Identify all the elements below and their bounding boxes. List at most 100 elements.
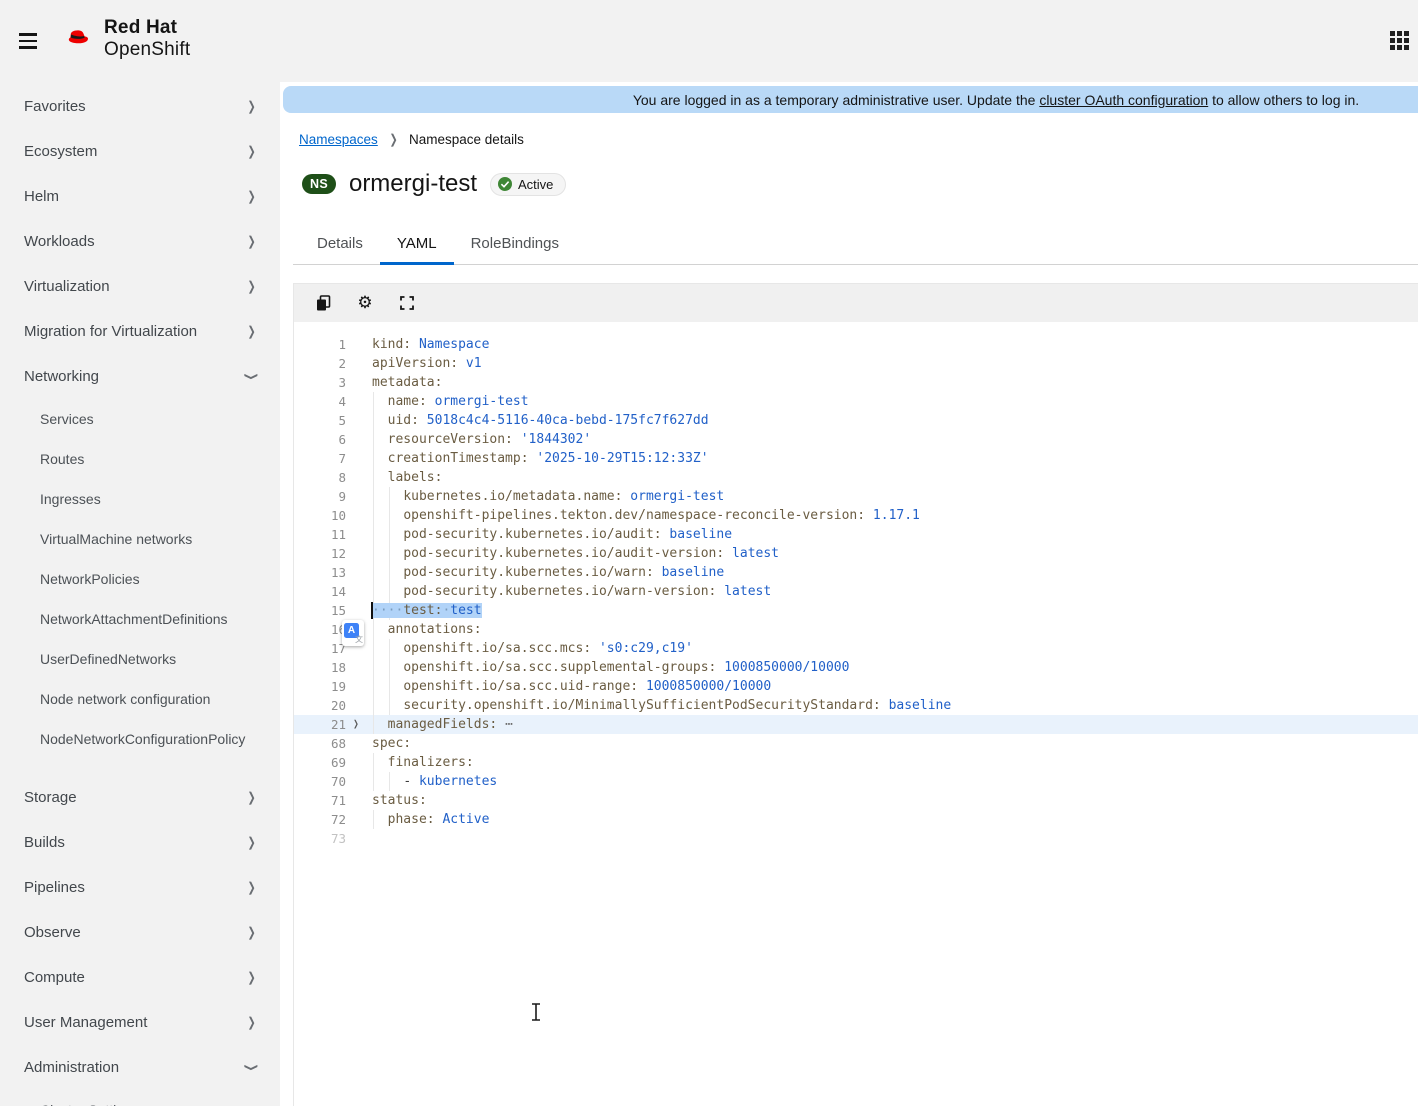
editor-line[interactable]: 17 openshift.io/sa.scc.mcs: 's0:c29,c19' xyxy=(294,639,1418,658)
editor-line[interactable]: 14 pod-security.kubernetes.io/warn-versi… xyxy=(294,582,1418,601)
sidebar-item-virtualization[interactable]: Virtualization ❯ xyxy=(0,264,280,309)
editor-line[interactable]: 70 - kubernetes xyxy=(294,772,1418,791)
editor-line[interactable]: 11 pod-security.kubernetes.io/audit: bas… xyxy=(294,525,1418,544)
chevron-right-icon: ❯ xyxy=(247,144,256,160)
editor-line[interactable]: 73 xyxy=(294,829,1418,848)
editor-line[interactable]: 1 kind: Namespace xyxy=(294,335,1418,354)
sidebar-item-nodenetworkconfigurationpolicy[interactable]: NodeNetworkConfigurationPolicy xyxy=(0,719,280,759)
editor-line[interactable]: 72 phase: Active xyxy=(294,810,1418,829)
translate-extension-icon[interactable]: A 文 xyxy=(342,620,364,646)
line-content: labels: xyxy=(372,468,443,487)
editor-line[interactable]: 2 apiVersion: v1 xyxy=(294,354,1418,373)
sidebar-item-node-network-configuration[interactable]: Node network configuration xyxy=(0,679,280,719)
editor-line[interactable]: 71 status: xyxy=(294,791,1418,810)
banner-text-after: to allow others to log in. xyxy=(1208,91,1360,108)
editor-line[interactable]: 4 name: ormergi-test xyxy=(294,392,1418,411)
editor-line[interactable]: 6 resourceVersion: '1844302' xyxy=(294,430,1418,449)
sidebar-item-virtualmachine-networks[interactable]: VirtualMachine networks xyxy=(0,519,280,559)
copy-icon[interactable] xyxy=(314,294,332,312)
sidebar-item-label: Migration for Virtualization xyxy=(24,323,198,340)
editor-line[interactable]: 9 kubernetes.io/metadata.name: ormergi-t… xyxy=(294,487,1418,506)
yaml-editor[interactable]: 1 kind: Namespace 2 apiVersion: v1 3 metadata… xyxy=(294,322,1418,848)
openshift-console: Red Hat OpenShift Favorites ❯ Ecosystem ❯ He… xyxy=(0,0,1418,1106)
fullscreen-icon[interactable] xyxy=(398,294,416,312)
folded-content-marker[interactable]: ⋯ xyxy=(505,717,513,732)
settings-gear-icon[interactable]: ⚙ xyxy=(356,294,374,312)
line-number: 2 xyxy=(338,356,346,371)
sidebar-subitem-label: VirtualMachine networks xyxy=(40,531,193,547)
main-content: You are logged in as a temporary adminis… xyxy=(280,82,1418,1106)
sidebar-item-storage[interactable]: Storage ❯ xyxy=(0,775,280,820)
editor-line[interactable]: 21 ❯ managedFields: ⋯ xyxy=(294,715,1418,734)
line-number: 1 xyxy=(338,337,346,352)
editor-line[interactable]: 20 security.openshift.io/MinimallySuffic… xyxy=(294,696,1418,715)
tab-bar: Details YAML RoleBindings xyxy=(293,225,1418,265)
sidebar-item-services[interactable]: Services xyxy=(0,399,280,439)
editor-line[interactable]: 15 ····test:·test xyxy=(294,601,1418,620)
sidebar-item-networking[interactable]: Networking ❯ xyxy=(0,354,280,399)
editor-line[interactable]: 8 labels: xyxy=(294,468,1418,487)
tab-rolebindings[interactable]: RoleBindings xyxy=(454,225,576,265)
yaml-value: ormergi-test xyxy=(630,489,725,504)
line-number: 10 xyxy=(330,508,346,523)
sidebar-item-label: Observe xyxy=(24,924,81,941)
app-launcher-icon[interactable] xyxy=(1390,31,1410,51)
sidebar-item-label: Pipelines xyxy=(24,879,85,896)
editor-line[interactable]: 16 annotations: xyxy=(294,620,1418,639)
sidebar-item-compute[interactable]: Compute ❯ xyxy=(0,955,280,1000)
line-content: openshift-pipelines.tekton.dev/namespace… xyxy=(372,506,920,525)
sidebar-item-user-management[interactable]: User Management ❯ xyxy=(0,1000,280,1045)
line-number: 19 xyxy=(330,679,346,694)
sidebar-item-networkpolicies[interactable]: NetworkPolicies xyxy=(0,559,280,599)
editor-line[interactable]: 68 spec: xyxy=(294,734,1418,753)
brand-name: Red Hat OpenShift xyxy=(104,17,190,61)
yaml-value: Active xyxy=(442,812,490,827)
line-content: managedFields: ⋯ xyxy=(372,715,513,734)
chevron-right-icon: ❯ xyxy=(247,970,256,986)
tab-yaml[interactable]: YAML xyxy=(379,225,454,265)
sidebar-item-routes[interactable]: Routes xyxy=(0,439,280,479)
sidebar-item-helm[interactable]: Helm ❯ xyxy=(0,174,280,219)
editor-line[interactable]: 13 pod-security.kubernetes.io/warn: base… xyxy=(294,563,1418,582)
line-number: 16 xyxy=(330,622,346,637)
sidebar-item-favorites[interactable]: Favorites ❯ xyxy=(0,84,280,129)
sidebar-item-networkattachmentdefinitions[interactable]: NetworkAttachmentDefinitions xyxy=(0,599,280,639)
sidebar-item-ingresses[interactable]: Ingresses xyxy=(0,479,280,519)
sidebar-subitem-label: NodeNetworkConfigurationPolicy xyxy=(40,731,246,747)
sidebar-item-pipelines[interactable]: Pipelines ❯ xyxy=(0,865,280,910)
line-content: pod-security.kubernetes.io/warn-version:… xyxy=(372,582,771,601)
yaml-key: test: xyxy=(403,603,443,618)
editor-line[interactable]: 10 openshift-pipelines.tekton.dev/namesp… xyxy=(294,506,1418,525)
sidebar-item-userdefinednetworks[interactable]: UserDefinedNetworks xyxy=(0,639,280,679)
sidebar-subitem-label: Routes xyxy=(40,451,85,467)
sidebar-item-cluster-settings[interactable]: Cluster Settings xyxy=(0,1090,280,1106)
editor-line[interactable]: 12 pod-security.kubernetes.io/audit-vers… xyxy=(294,544,1418,563)
sidebar-item-workloads[interactable]: Workloads ❯ xyxy=(0,219,280,264)
line-number: 71 xyxy=(330,793,346,808)
editor-line[interactable]: 69 finalizers: xyxy=(294,753,1418,772)
editor-lines: 1 kind: Namespace 2 apiVersion: v1 3 metadata… xyxy=(294,335,1418,848)
sidebar-item-administration[interactable]: Administration ❯ xyxy=(0,1045,280,1090)
yaml-value: kubernetes xyxy=(418,774,498,789)
nav-toggle-button[interactable] xyxy=(15,29,41,53)
editor-line[interactable]: 5 uid: 5018c4c4-5116-40ca-bebd-175fc7f62… xyxy=(294,411,1418,430)
sidebar-item-ecosystem[interactable]: Ecosystem ❯ xyxy=(0,129,280,174)
yaml-value: '2025-10-29T15:12:33Z' xyxy=(536,451,709,466)
yaml-key: kubernetes.io/metadata.name: xyxy=(403,489,623,504)
oauth-configuration-link[interactable]: cluster OAuth configuration xyxy=(1039,92,1208,108)
sidebar-item-migration-for-virtualization[interactable]: Migration for Virtualization ❯ xyxy=(0,309,280,354)
breadcrumb-namespaces-link[interactable]: Namespaces xyxy=(299,132,378,147)
line-content: kubernetes.io/metadata.name: ormergi-tes… xyxy=(372,487,724,506)
editor-line[interactable]: 7 creationTimestamp: '2025-10-29T15:12:3… xyxy=(294,449,1418,468)
sidebar-item-observe[interactable]: Observe ❯ xyxy=(0,910,280,955)
editor-line[interactable]: 18 openshift.io/sa.scc.supplemental-grou… xyxy=(294,658,1418,677)
line-content: - kubernetes xyxy=(372,772,497,791)
tab-details[interactable]: Details xyxy=(300,225,380,265)
editor-line[interactable]: 19 openshift.io/sa.scc.uid-range: 100085… xyxy=(294,677,1418,696)
yaml-value: Namespace xyxy=(418,337,490,352)
sidebar-item-builds[interactable]: Builds ❯ xyxy=(0,820,280,865)
editor-line[interactable]: 3 metadata: xyxy=(294,373,1418,392)
line-content: openshift.io/sa.scc.mcs: 's0:c29,c19' xyxy=(372,639,693,658)
line-number: 6 xyxy=(338,432,346,447)
fold-toggle-icon[interactable]: ❯ xyxy=(353,713,358,736)
